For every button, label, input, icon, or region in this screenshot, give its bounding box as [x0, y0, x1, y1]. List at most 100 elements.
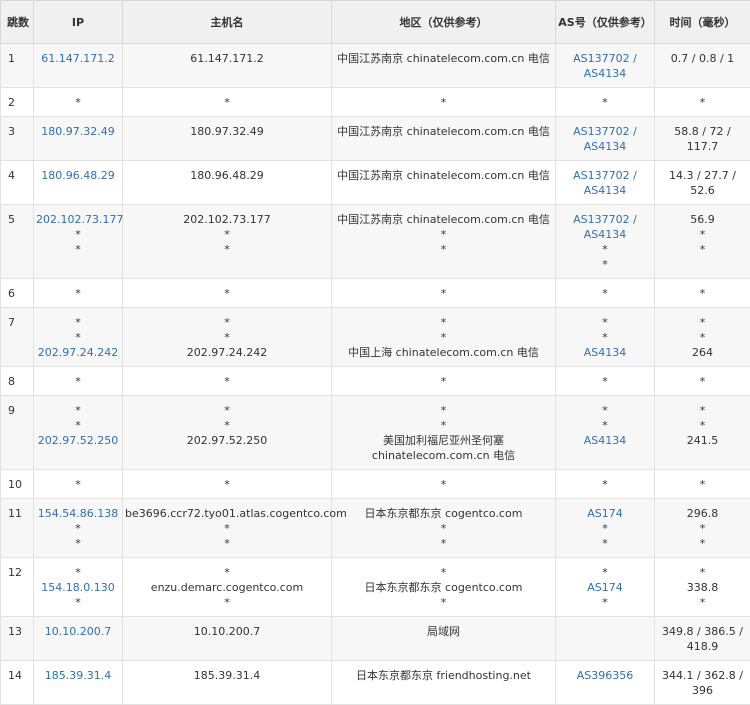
time-text: * — [657, 242, 748, 257]
ip-text: * — [36, 315, 120, 330]
as-cell: AS137702 /AS4134 — [556, 44, 655, 88]
as-link[interactable]: AS396356 — [558, 668, 652, 683]
host-text: * — [125, 330, 329, 345]
location-cell: * — [332, 88, 556, 117]
host-text: * — [125, 227, 329, 242]
location-text: * — [334, 595, 553, 610]
time-cell: 14.3 / 27.7 /52.6 — [655, 161, 750, 205]
time-cell: **264 — [655, 308, 750, 367]
time-text: * — [657, 374, 748, 389]
time-cell: * — [655, 88, 750, 117]
location-text: * — [334, 330, 553, 345]
location-text: 中国上海 chinatelecom.com.cn 电信 — [334, 345, 553, 360]
ip-link[interactable]: 202.102.73.177 — [36, 212, 120, 227]
time-text: 296.8 — [657, 506, 748, 521]
ip-cell: * — [34, 88, 123, 117]
time-text: 52.6 — [657, 183, 748, 198]
time-cell: 58.8 / 72 / 117.7 — [655, 117, 750, 161]
ip-link[interactable]: 154.54.86.138 — [36, 506, 120, 521]
location-cell: * — [332, 470, 556, 499]
as-cell — [556, 617, 655, 661]
host-text: * — [125, 286, 329, 301]
as-link[interactable]: AS137702 / — [558, 168, 652, 183]
host-cell: * — [123, 88, 332, 117]
hop-cell: 10 — [1, 470, 34, 499]
as-link[interactable]: AS174 — [558, 506, 652, 521]
time-text: * — [657, 403, 748, 418]
time-text: 0.7 / 0.8 / 1 — [657, 51, 748, 66]
ip-cell: **202.97.24.242 — [34, 308, 123, 367]
ip-link[interactable]: 180.96.48.29 — [36, 168, 120, 183]
ip-cell: * — [34, 279, 123, 308]
as-link[interactable]: AS137702 / — [558, 124, 652, 139]
as-link[interactable]: AS4134 — [558, 139, 652, 154]
table-row: 8***** — [1, 367, 750, 396]
as-text: * — [558, 286, 652, 301]
ip-link[interactable]: 61.147.171.2 — [36, 51, 120, 66]
ip-text: * — [36, 403, 120, 418]
table-row: 1310.10.200.710.10.200.7局域网349.8 / 386.5… — [1, 617, 750, 661]
host-text: * — [125, 95, 329, 110]
time-text: * — [657, 95, 748, 110]
host-text: * — [125, 536, 329, 551]
table-header-row: 跳数 IP 主机名 地区（仅供参考） AS号（仅供参考） 时间（毫秒） — [1, 1, 750, 44]
as-text: * — [558, 330, 652, 345]
ip-text: * — [36, 565, 120, 580]
location-text: 中国江苏南京 chinatelecom.com.cn 电信 — [334, 124, 553, 139]
as-text: * — [558, 257, 652, 272]
location-cell: **美国加利福尼亚州圣何塞 chinatelecom.com.cn 电信 — [332, 396, 556, 470]
as-cell: **AS4134 — [556, 308, 655, 367]
as-link[interactable]: AS137702 / — [558, 212, 652, 227]
as-link[interactable]: AS4134 — [558, 345, 652, 360]
as-link[interactable]: AS4134 — [558, 66, 652, 81]
table-row: 4180.96.48.29180.96.48.29中国江苏南京 chinatel… — [1, 161, 750, 205]
ip-text: * — [36, 227, 120, 242]
location-cell: * — [332, 279, 556, 308]
as-link[interactable]: AS137702 / — [558, 51, 652, 66]
ip-link[interactable]: 154.18.0.130 — [36, 580, 120, 595]
host-text: 10.10.200.7 — [125, 624, 329, 639]
location-text: * — [334, 418, 553, 433]
ip-text: * — [36, 242, 120, 257]
as-link[interactable]: AS4134 — [558, 433, 652, 448]
host-text: 185.39.31.4 — [125, 668, 329, 683]
ip-cell: *154.18.0.130* — [34, 558, 123, 617]
location-text: 日本东京都东京 friendhosting.net — [334, 668, 553, 683]
host-text: 180.96.48.29 — [125, 168, 329, 183]
as-link[interactable]: AS174 — [558, 580, 652, 595]
location-text: * — [334, 521, 553, 536]
ip-link[interactable]: 185.39.31.4 — [36, 668, 120, 683]
ip-cell: * — [34, 367, 123, 396]
time-text: 344.1 / 362.8 / — [657, 668, 748, 683]
host-cell: * — [123, 279, 332, 308]
location-text: 美国加利福尼亚州圣何塞 chinatelecom.com.cn 电信 — [334, 433, 553, 463]
time-text: * — [657, 418, 748, 433]
ip-link[interactable]: 10.10.200.7 — [36, 624, 120, 639]
time-cell: * — [655, 279, 750, 308]
location-text: * — [334, 477, 553, 492]
table-row: 161.147.171.261.147.171.2中国江苏南京 chinatel… — [1, 44, 750, 88]
as-cell: **AS4134 — [556, 396, 655, 470]
location-text: * — [334, 242, 553, 257]
as-cell: AS174** — [556, 499, 655, 558]
location-text: * — [334, 286, 553, 301]
host-cell: 180.96.48.29 — [123, 161, 332, 205]
table-body: 161.147.171.261.147.171.2中国江苏南京 chinatel… — [1, 44, 750, 705]
as-cell: * — [556, 367, 655, 396]
ip-link[interactable]: 202.97.52.250 — [36, 433, 120, 448]
hop-cell: 9 — [1, 396, 34, 470]
hop-cell: 3 — [1, 117, 34, 161]
as-link[interactable]: AS4134 — [558, 227, 652, 242]
header-as: AS号（仅供参考） — [556, 1, 655, 44]
ip-link[interactable]: 202.97.24.242 — [36, 345, 120, 360]
ip-cell: 10.10.200.7 — [34, 617, 123, 661]
table-row: 5202.102.73.177**202.102.73.177**中国江苏南京 … — [1, 205, 750, 279]
hop-cell: 7 — [1, 308, 34, 367]
table-row: 6***** — [1, 279, 750, 308]
as-link[interactable]: AS4134 — [558, 183, 652, 198]
ip-cell: **202.97.52.250 — [34, 396, 123, 470]
hop-cell: 2 — [1, 88, 34, 117]
as-cell: AS396356 — [556, 661, 655, 705]
host-text: * — [125, 374, 329, 389]
ip-link[interactable]: 180.97.32.49 — [36, 124, 120, 139]
